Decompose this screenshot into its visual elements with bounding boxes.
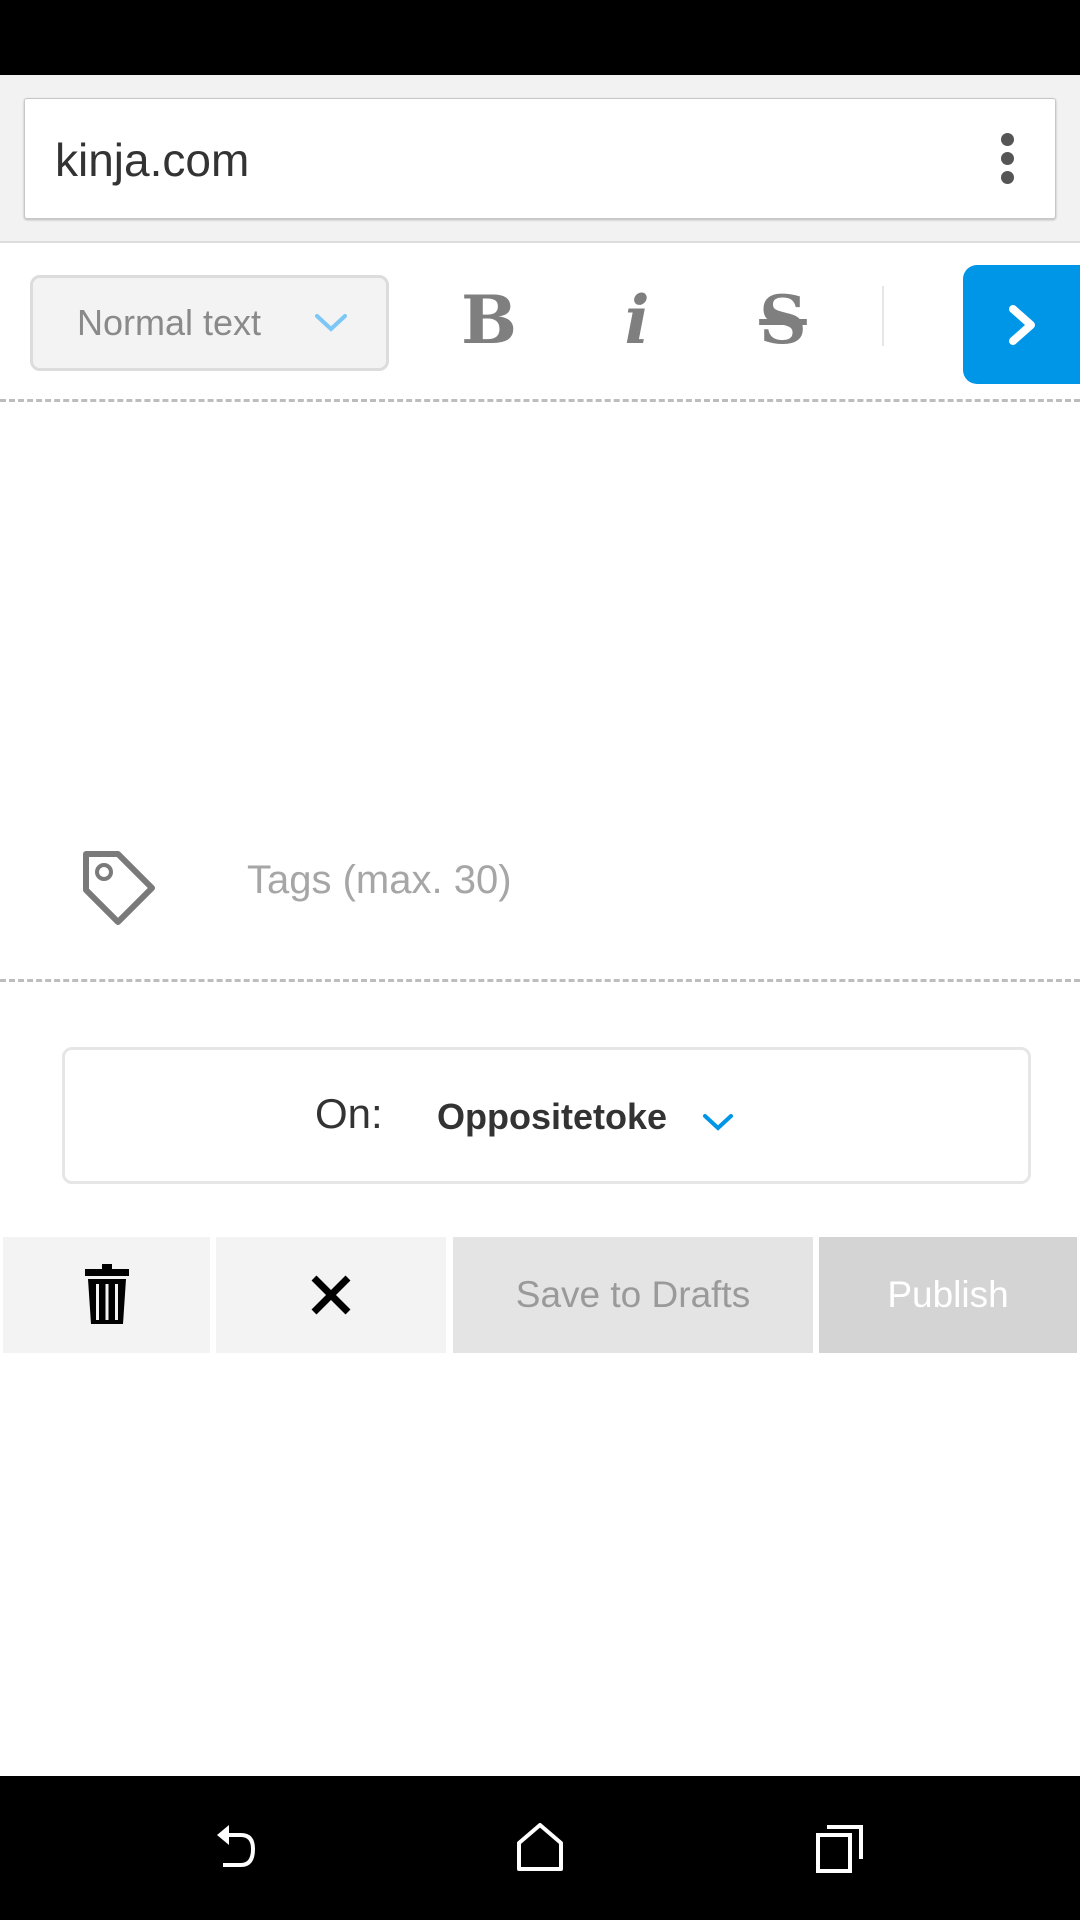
toolbar-next-button[interactable] xyxy=(963,265,1080,384)
blog-select-label: On: xyxy=(315,1090,383,1137)
publish-button[interactable]: Publish xyxy=(819,1237,1077,1353)
chevron-right-icon xyxy=(1008,304,1035,345)
back-icon xyxy=(217,1825,256,1867)
italic-button[interactable]: i xyxy=(597,280,677,360)
url-bar[interactable]: kinja.com xyxy=(24,98,1056,219)
bold-button[interactable]: B xyxy=(449,280,529,360)
status-bar xyxy=(0,0,1080,75)
blog-select-value: Oppositetoke xyxy=(437,1096,668,1137)
home-button[interactable] xyxy=(500,1816,580,1880)
navigation-bar xyxy=(0,1776,1080,1920)
delete-button[interactable] xyxy=(3,1237,210,1353)
back-button[interactable] xyxy=(200,1816,280,1880)
chevron-down-icon xyxy=(315,314,347,332)
chevron-down-icon xyxy=(703,1114,733,1131)
strikethrough-button[interactable]: S xyxy=(743,280,823,360)
close-button[interactable] xyxy=(216,1237,446,1353)
toolbar-divider xyxy=(882,286,884,346)
trash-icon xyxy=(84,1264,129,1324)
recents-button[interactable] xyxy=(800,1816,880,1880)
more-vertical-icon[interactable] xyxy=(1001,133,1015,185)
close-icon xyxy=(311,1275,351,1315)
tags-input[interactable]: Tags (max. 30) xyxy=(247,858,512,903)
save-to-drafts-button[interactable]: Save to Drafts xyxy=(453,1237,813,1353)
divider xyxy=(0,979,1080,982)
blog-select[interactable]: On: Oppositetoke xyxy=(62,1047,1031,1184)
format-select-value: Normal text xyxy=(77,302,262,343)
format-select[interactable]: Normal text xyxy=(30,275,389,371)
url-text[interactable]: kinja.com xyxy=(55,133,249,187)
browser-toolbar: kinja.com xyxy=(0,75,1080,243)
editor-body[interactable] xyxy=(0,402,1080,822)
home-icon xyxy=(517,1823,563,1871)
recents-icon xyxy=(816,1825,863,1873)
tag-icon xyxy=(83,851,155,925)
